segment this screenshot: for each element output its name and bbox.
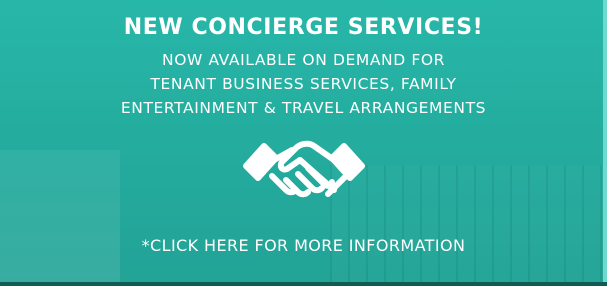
banner-description: NOW AVAILABLE ON DEMAND FOR TENANT BUSIN… bbox=[0, 48, 607, 120]
banner-headline: NEW CONCIERGE SERVICES! bbox=[123, 15, 484, 40]
description-line: ENTERTAINMENT & TRAVEL ARRANGEMENTS bbox=[120, 99, 487, 117]
handshake-icon bbox=[243, 140, 365, 198]
background-building bbox=[330, 165, 607, 286]
background-panel bbox=[0, 150, 120, 286]
bottom-edge-border bbox=[0, 282, 607, 286]
right-edge-border bbox=[603, 0, 607, 286]
description-line: TENANT BUSINESS SERVICES, FAMILY bbox=[150, 75, 457, 93]
concierge-banner[interactable]: NEW CONCIERGE SERVICES! NOW AVAILABLE ON… bbox=[0, 0, 607, 286]
description-line: NOW AVAILABLE ON DEMAND FOR bbox=[162, 51, 445, 69]
more-info-link[interactable]: *CLICK HERE FOR MORE INFORMATION bbox=[0, 234, 607, 258]
